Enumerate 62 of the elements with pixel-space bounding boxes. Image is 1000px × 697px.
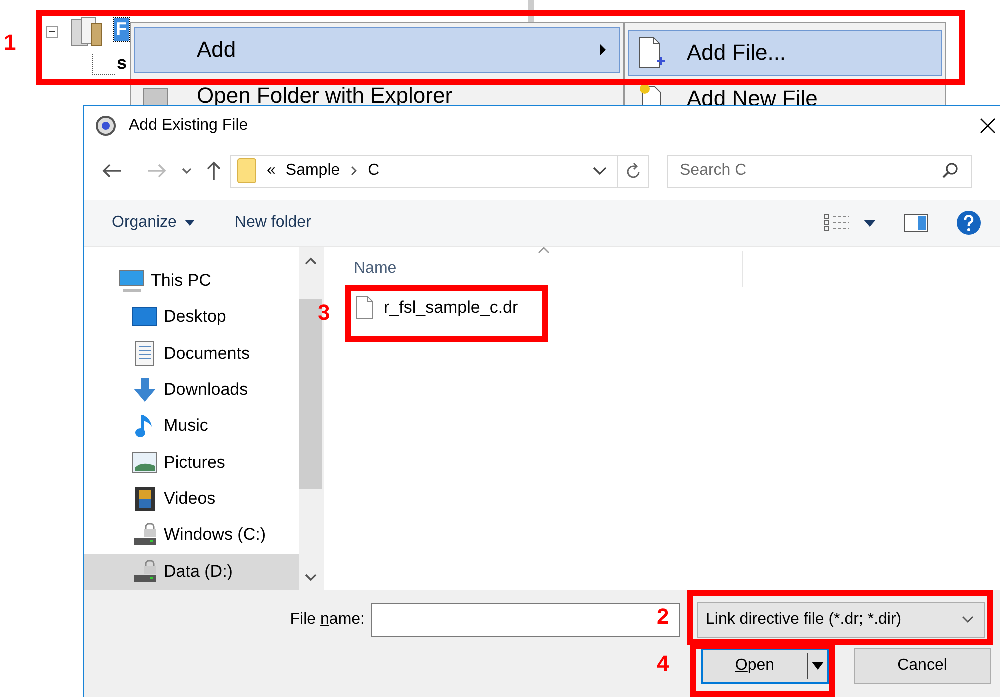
nav-item[interactable]: Windows (C:) bbox=[84, 517, 299, 554]
nav-item[interactable]: Data (D:) bbox=[84, 554, 299, 590]
address-bar[interactable]: « Sample C bbox=[230, 154, 649, 188]
caret-icon[interactable] bbox=[812, 662, 824, 670]
nav-item[interactable]: Videos bbox=[84, 480, 299, 518]
close-icon[interactable] bbox=[980, 118, 996, 134]
scroll-up-icon[interactable] bbox=[304, 257, 316, 265]
open-button[interactable]: Open bbox=[701, 648, 829, 684]
sort-caret-icon[interactable] bbox=[538, 247, 550, 254]
callout-number: 3 bbox=[318, 300, 330, 326]
download-icon bbox=[132, 377, 158, 404]
picture-icon bbox=[132, 452, 158, 474]
folder-icon bbox=[237, 158, 257, 184]
drive-icon bbox=[132, 560, 158, 584]
column-header[interactable]: Name bbox=[354, 260, 397, 278]
chevron-down-icon[interactable] bbox=[182, 167, 192, 175]
nav-item[interactable]: Downloads bbox=[84, 372, 299, 408]
back-icon[interactable] bbox=[102, 163, 122, 179]
callout-number: 1 bbox=[4, 30, 16, 56]
menu-item[interactable]: Add File... bbox=[628, 30, 942, 76]
nav-item[interactable]: Desktop bbox=[84, 299, 299, 336]
menu-item[interactable]: Add bbox=[134, 27, 620, 73]
cancel-button[interactable]: Cancel bbox=[854, 648, 991, 684]
film-icon bbox=[132, 486, 158, 512]
caret-icon bbox=[184, 220, 195, 226]
nav-item[interactable]: This PC bbox=[84, 263, 299, 300]
desktop-icon bbox=[132, 307, 158, 328]
preview-pane-icon[interactable] bbox=[904, 214, 928, 232]
file-item[interactable]: r_fsl_sample_c.dr bbox=[356, 293, 531, 323]
app-icon bbox=[95, 115, 117, 137]
tree-item[interactable]: s bbox=[115, 52, 130, 75]
file-name-field[interactable] bbox=[371, 603, 680, 637]
chevron-down-icon bbox=[962, 616, 974, 624]
breadcrumb[interactable]: Sample bbox=[286, 162, 340, 180]
file-icon bbox=[356, 296, 374, 320]
caret-icon[interactable] bbox=[864, 220, 876, 226]
chevron-down-icon[interactable] bbox=[593, 166, 607, 176]
field-label: File name: bbox=[289, 611, 365, 629]
chevron-right-icon[interactable] bbox=[350, 166, 358, 176]
callout-number: 4 bbox=[657, 651, 670, 677]
nav-item[interactable]: Music bbox=[84, 408, 299, 445]
breadcrumb-overflow[interactable]: « bbox=[267, 162, 276, 180]
callout-number: 2 bbox=[657, 604, 670, 630]
scroll-down-icon[interactable] bbox=[304, 574, 316, 582]
nav-item[interactable]: Pictures bbox=[84, 444, 299, 481]
view-options-icon[interactable] bbox=[824, 214, 850, 232]
folder-icon bbox=[143, 86, 169, 108]
help-icon[interactable] bbox=[956, 210, 982, 236]
new-folder-button[interactable]: New folder bbox=[224, 210, 322, 236]
drive-icon bbox=[132, 523, 158, 548]
file-type-dropdown[interactable]: Link directive file (*.dr; *.dir) bbox=[697, 602, 985, 638]
breadcrumb[interactable]: C bbox=[368, 162, 380, 180]
search-field[interactable]: Search C bbox=[667, 154, 972, 188]
search-icon[interactable] bbox=[942, 162, 960, 180]
refresh-icon[interactable] bbox=[626, 162, 642, 180]
collapse-icon[interactable] bbox=[46, 26, 58, 38]
organize-button[interactable]: Organize bbox=[102, 210, 205, 236]
up-icon[interactable] bbox=[206, 161, 222, 181]
new-file-icon bbox=[637, 37, 665, 71]
nav-item[interactable]: Documents bbox=[84, 336, 299, 372]
computer-icon bbox=[119, 269, 145, 294]
window-title: Add Existing File bbox=[129, 117, 250, 135]
